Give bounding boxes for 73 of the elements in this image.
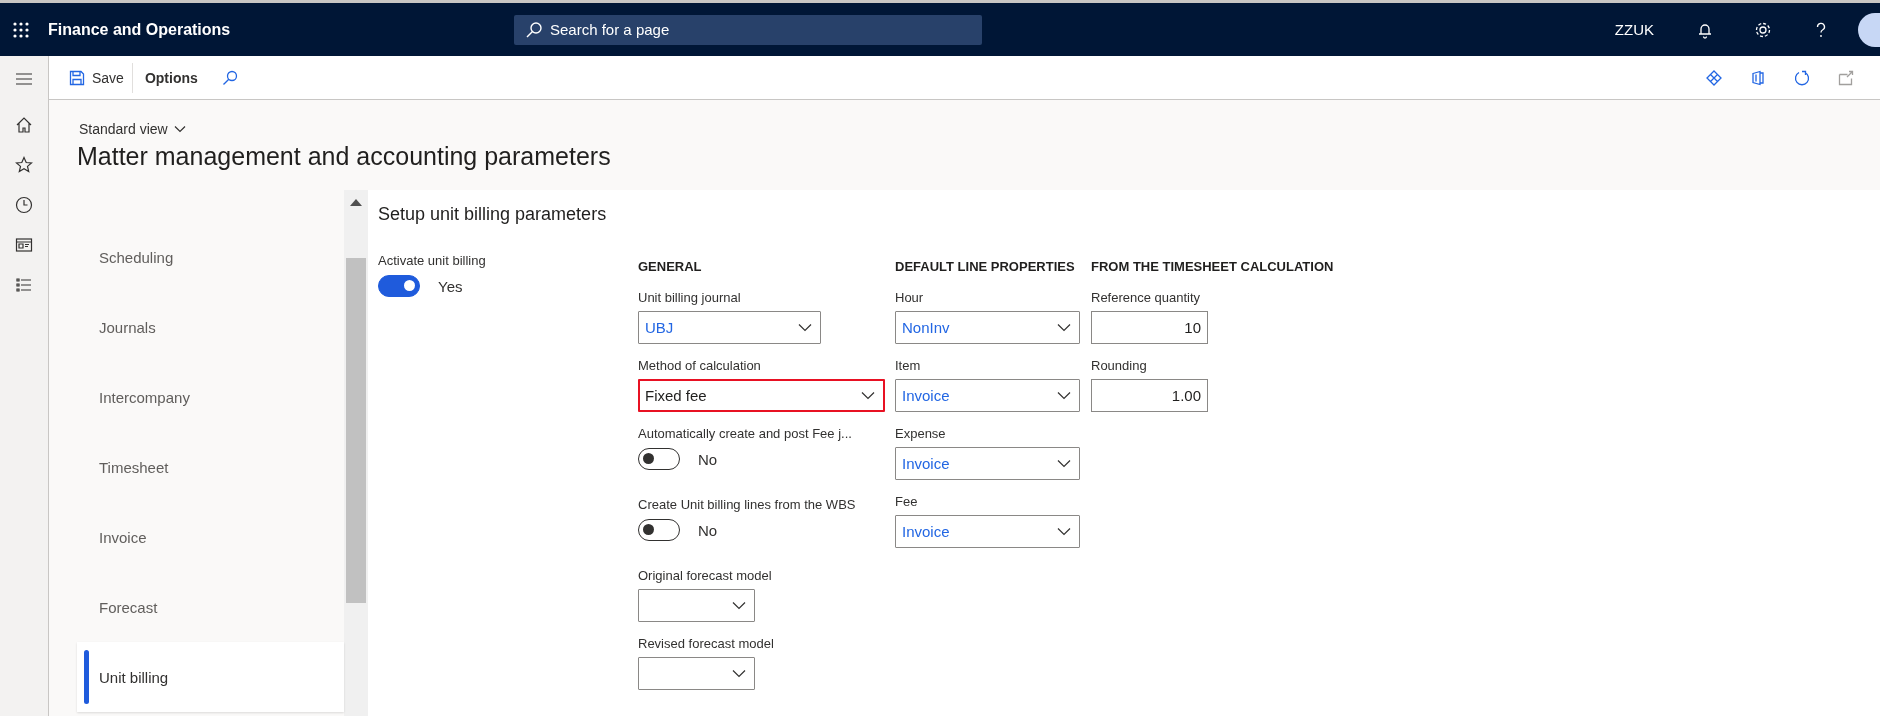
chevron-down-icon: [732, 601, 746, 610]
dropdown-field[interactable]: UBJ: [638, 311, 821, 344]
menu-icon[interactable]: [15, 70, 33, 88]
app-title: Finance and Operations: [48, 20, 232, 39]
chevron-down-icon: [732, 669, 746, 678]
chevron-down-icon: [1057, 323, 1071, 332]
field-label: Unit billing journal: [638, 290, 742, 305]
chevron-down-icon: [1057, 527, 1071, 536]
field-label: Fee: [895, 494, 919, 509]
star-icon[interactable]: [15, 156, 33, 174]
section-tab[interactable]: Invoice: [77, 502, 344, 572]
group-heading: FROM THE TIMESHEET CALCULATION: [1091, 259, 1334, 274]
clock-icon[interactable]: [15, 196, 33, 214]
workspace-icon[interactable]: [15, 236, 33, 254]
chevron-down-icon: [798, 323, 812, 332]
page-title: Matter management and accounting parameters: [77, 142, 612, 171]
dropdown-field[interactable]: [638, 657, 755, 690]
section-tab[interactable]: Unit billing: [77, 642, 344, 712]
scroll-up-icon[interactable]: [350, 198, 362, 206]
field-label: Automatically create and post Fee j...: [638, 426, 853, 441]
field-label: Revised forecast model: [638, 636, 775, 651]
pop-out-icon[interactable]: [1838, 69, 1854, 86]
company-picker[interactable]: ZZUK: [1614, 21, 1654, 38]
search-icon: [526, 21, 542, 38]
chevron-down-icon: [861, 391, 875, 400]
field-label: Create Unit billing lines from the WBS: [638, 497, 857, 512]
app-launcher-icon[interactable]: [12, 20, 30, 39]
settings-icon[interactable]: [1754, 20, 1772, 39]
search-field[interactable]: Search for a page: [514, 14, 982, 45]
scroll-bar[interactable]: [344, 190, 368, 716]
section-tab[interactable]: Forecast: [77, 572, 344, 642]
field-label: Method of calculation: [638, 358, 762, 373]
view-selector[interactable]: Standard view: [77, 121, 186, 137]
list-icon[interactable]: [15, 276, 33, 294]
dropdown-field[interactable]: Invoice: [895, 515, 1080, 548]
field-label: Hour: [895, 290, 925, 305]
field-label: Activate unit billing: [378, 253, 487, 268]
field-label: Expense: [895, 426, 947, 441]
field-label: Item: [895, 358, 922, 373]
search-icon[interactable]: [221, 69, 238, 86]
save-icon: [69, 69, 85, 86]
toggle-switch[interactable]: [638, 519, 680, 541]
toggle-state-label: No: [698, 450, 718, 468]
home-icon[interactable]: [15, 116, 33, 134]
toggle-switch[interactable]: [378, 275, 420, 297]
office-icon[interactable]: [1750, 69, 1766, 86]
dropdown-field[interactable]: NonInv: [895, 311, 1080, 344]
toggle-state-label: No: [698, 521, 718, 539]
section-heading: Setup unit billing parameters: [378, 204, 608, 225]
field-label: Reference quantity: [1091, 290, 1202, 305]
group-heading: GENERAL: [638, 259, 703, 274]
dropdown-field[interactable]: Fixed fee: [638, 379, 885, 412]
toggle-state-label: Yes: [438, 277, 463, 295]
chevron-down-icon: [1057, 391, 1071, 400]
section-tab[interactable]: Scheduling: [77, 222, 344, 292]
diamond-icon[interactable]: [1706, 69, 1722, 86]
chevron-down-icon: [173, 125, 186, 133]
dropdown-field[interactable]: Invoice: [895, 379, 1080, 412]
section-tab[interactable]: Timesheet: [77, 432, 344, 502]
save-button[interactable]: Save: [61, 60, 132, 95]
field-label: Original forecast model: [638, 568, 773, 583]
dropdown-field[interactable]: [638, 589, 755, 622]
toggle-switch[interactable]: [638, 448, 680, 470]
group-heading: DEFAULT LINE PROPERTIES: [895, 259, 1076, 274]
dropdown-field[interactable]: Invoice: [895, 447, 1080, 480]
chevron-down-icon: [1057, 459, 1071, 468]
section-tab[interactable]: Journals: [77, 292, 344, 362]
options-button[interactable]: Options: [134, 60, 208, 95]
number-field[interactable]: 1.00: [1091, 379, 1208, 412]
refresh-icon[interactable]: [1794, 69, 1810, 86]
number-field[interactable]: 10: [1091, 311, 1208, 344]
section-tab[interactable]: Intercompany: [77, 362, 344, 432]
field-label: Rounding: [1091, 358, 1148, 373]
